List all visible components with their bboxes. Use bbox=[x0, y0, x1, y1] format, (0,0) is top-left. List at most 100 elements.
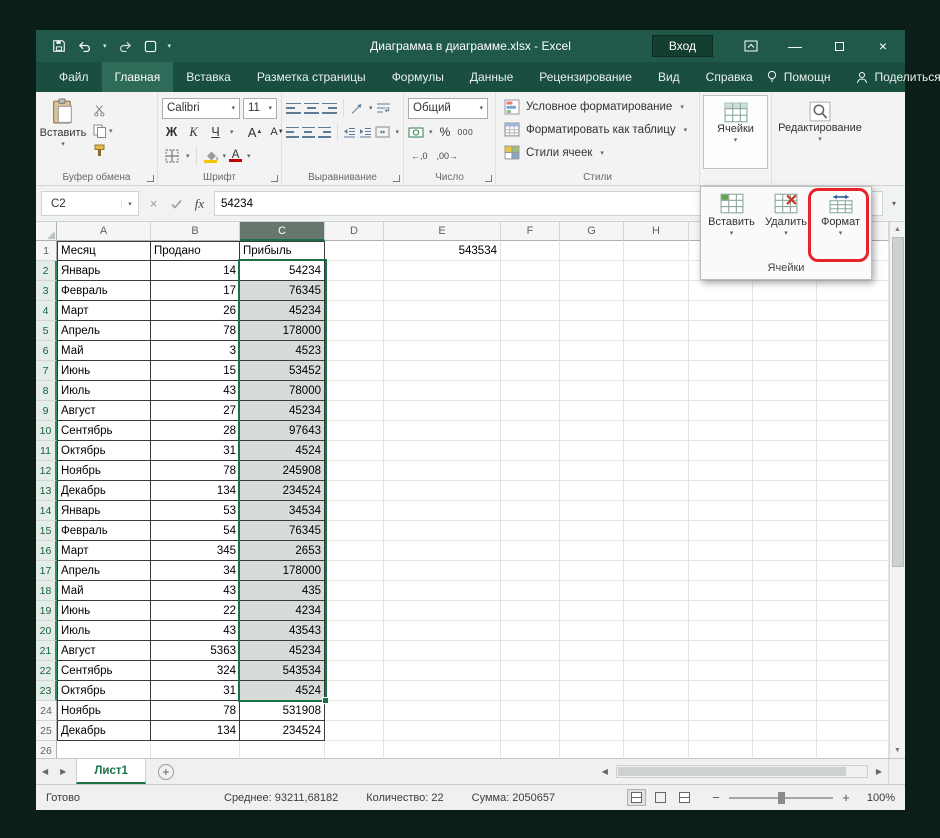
cell-G13[interactable] bbox=[560, 481, 624, 501]
cell-B8[interactable]: 43 bbox=[151, 381, 240, 401]
name-box[interactable]: C2 ▾ bbox=[41, 191, 139, 216]
save-icon[interactable] bbox=[52, 39, 66, 53]
underline-dropdown-icon[interactable]: ▾ bbox=[230, 128, 234, 136]
cell-A16[interactable]: Март bbox=[57, 541, 151, 561]
cell-H21[interactable] bbox=[624, 641, 689, 661]
row-header-3[interactable]: 3 bbox=[36, 281, 57, 301]
cell-A24[interactable]: Ноябрь bbox=[57, 701, 151, 721]
page-break-view-icon[interactable] bbox=[675, 789, 694, 806]
increase-decimal-button[interactable]: ←,0 bbox=[408, 149, 431, 163]
cell-J16[interactable] bbox=[753, 541, 817, 561]
enter-icon[interactable] bbox=[166, 193, 187, 214]
cell-D6[interactable] bbox=[325, 341, 384, 361]
cell-E21[interactable] bbox=[384, 641, 501, 661]
cell-D18[interactable] bbox=[325, 581, 384, 601]
font-family-combo[interactable]: Calibri ▾ bbox=[162, 97, 240, 119]
cell-B12[interactable]: 78 bbox=[151, 461, 240, 481]
cell-D24[interactable] bbox=[325, 701, 384, 721]
cell-K26[interactable] bbox=[817, 741, 889, 758]
row-header-2[interactable]: 2 bbox=[36, 261, 57, 281]
cell-F5[interactable] bbox=[501, 321, 560, 341]
cell-E1[interactable]: 543534 bbox=[384, 241, 501, 261]
cell-E9[interactable] bbox=[384, 401, 501, 421]
cell-H5[interactable] bbox=[624, 321, 689, 341]
cell-J23[interactable] bbox=[753, 681, 817, 701]
row-header-12[interactable]: 12 bbox=[36, 461, 57, 481]
cell-D7[interactable] bbox=[325, 361, 384, 381]
cell-C10[interactable]: 97643 bbox=[240, 421, 325, 441]
cell-K9[interactable] bbox=[817, 401, 889, 421]
cell-A14[interactable]: Январь bbox=[57, 501, 151, 521]
redo-icon[interactable] bbox=[118, 40, 133, 52]
column-header-C[interactable]: C bbox=[240, 222, 325, 241]
tab-review[interactable]: Рецензирование bbox=[526, 62, 645, 92]
cell-F14[interactable] bbox=[501, 501, 560, 521]
cell-K14[interactable] bbox=[817, 501, 889, 521]
cell-H6[interactable] bbox=[624, 341, 689, 361]
cell-J5[interactable] bbox=[753, 321, 817, 341]
cell-G17[interactable] bbox=[560, 561, 624, 581]
horizontal-scrollbar[interactable] bbox=[615, 765, 868, 778]
cell-G2[interactable] bbox=[560, 261, 624, 281]
cell-A21[interactable]: Август bbox=[57, 641, 151, 661]
cell-G1[interactable] bbox=[560, 241, 624, 261]
format-painter-button[interactable] bbox=[93, 143, 113, 158]
vertical-scroll-thumb[interactable] bbox=[891, 237, 904, 567]
cell-K20[interactable] bbox=[817, 621, 889, 641]
align-center-icon[interactable] bbox=[301, 126, 315, 138]
normal-view-icon[interactable] bbox=[627, 789, 646, 806]
cell-G20[interactable] bbox=[560, 621, 624, 641]
sheet-grid[interactable]: ABCDEFGHIJK 1234567891011121314151617181… bbox=[36, 222, 889, 758]
cell-B26[interactable] bbox=[151, 741, 240, 758]
number-dialog-launcher-icon[interactable] bbox=[485, 175, 492, 182]
cell-D8[interactable] bbox=[325, 381, 384, 401]
align-bottom-icon[interactable] bbox=[322, 102, 337, 114]
cell-F3[interactable] bbox=[501, 281, 560, 301]
cell-G6[interactable] bbox=[560, 341, 624, 361]
cell-I23[interactable] bbox=[689, 681, 753, 701]
cell-D1[interactable] bbox=[325, 241, 384, 261]
borders-icon[interactable] bbox=[162, 146, 181, 166]
cell-J15[interactable] bbox=[753, 521, 817, 541]
row-header-23[interactable]: 23 bbox=[36, 681, 57, 701]
touch-mode-icon[interactable] bbox=[144, 40, 157, 53]
cell-A11[interactable]: Октябрь bbox=[57, 441, 151, 461]
cell-E14[interactable] bbox=[384, 501, 501, 521]
cell-H17[interactable] bbox=[624, 561, 689, 581]
cell-H10[interactable] bbox=[624, 421, 689, 441]
cell-C12[interactable]: 245908 bbox=[240, 461, 325, 481]
cell-J14[interactable] bbox=[753, 501, 817, 521]
cell-J11[interactable] bbox=[753, 441, 817, 461]
cell-B15[interactable]: 54 bbox=[151, 521, 240, 541]
zoom-out-icon[interactable]: − bbox=[710, 790, 722, 805]
tab-view[interactable]: Вид bbox=[645, 62, 693, 92]
row-header-18[interactable]: 18 bbox=[36, 581, 57, 601]
cell-H15[interactable] bbox=[624, 521, 689, 541]
cell-A23[interactable]: Октябрь bbox=[57, 681, 151, 701]
conditional-formatting-button[interactable]: Условное форматирование ▾ bbox=[499, 95, 696, 118]
cell-K24[interactable] bbox=[817, 701, 889, 721]
sheet-tab[interactable]: Лист1 bbox=[76, 759, 146, 784]
cell-F20[interactable] bbox=[501, 621, 560, 641]
cell-B3[interactable]: 17 bbox=[151, 281, 240, 301]
insert-cells-button[interactable]: Вставить ▾ bbox=[705, 190, 758, 237]
assistant-button[interactable]: Помощн bbox=[784, 70, 831, 84]
row-header-20[interactable]: 20 bbox=[36, 621, 57, 641]
cell-J19[interactable] bbox=[753, 601, 817, 621]
cell-E25[interactable] bbox=[384, 721, 501, 741]
cell-J9[interactable] bbox=[753, 401, 817, 421]
sign-in-button[interactable]: Вход bbox=[651, 35, 713, 57]
cell-D12[interactable] bbox=[325, 461, 384, 481]
cell-F4[interactable] bbox=[501, 301, 560, 321]
cell-J6[interactable] bbox=[753, 341, 817, 361]
cell-E7[interactable] bbox=[384, 361, 501, 381]
cell-K10[interactable] bbox=[817, 421, 889, 441]
cell-K4[interactable] bbox=[817, 301, 889, 321]
column-header-D[interactable]: D bbox=[325, 222, 384, 241]
cell-C21[interactable]: 45234 bbox=[240, 641, 325, 661]
zoom-slider[interactable] bbox=[729, 791, 833, 804]
cell-H8[interactable] bbox=[624, 381, 689, 401]
cell-D23[interactable] bbox=[325, 681, 384, 701]
sheet-nav-right-icon[interactable]: ▶ bbox=[54, 767, 72, 776]
column-header-E[interactable]: E bbox=[384, 222, 501, 241]
